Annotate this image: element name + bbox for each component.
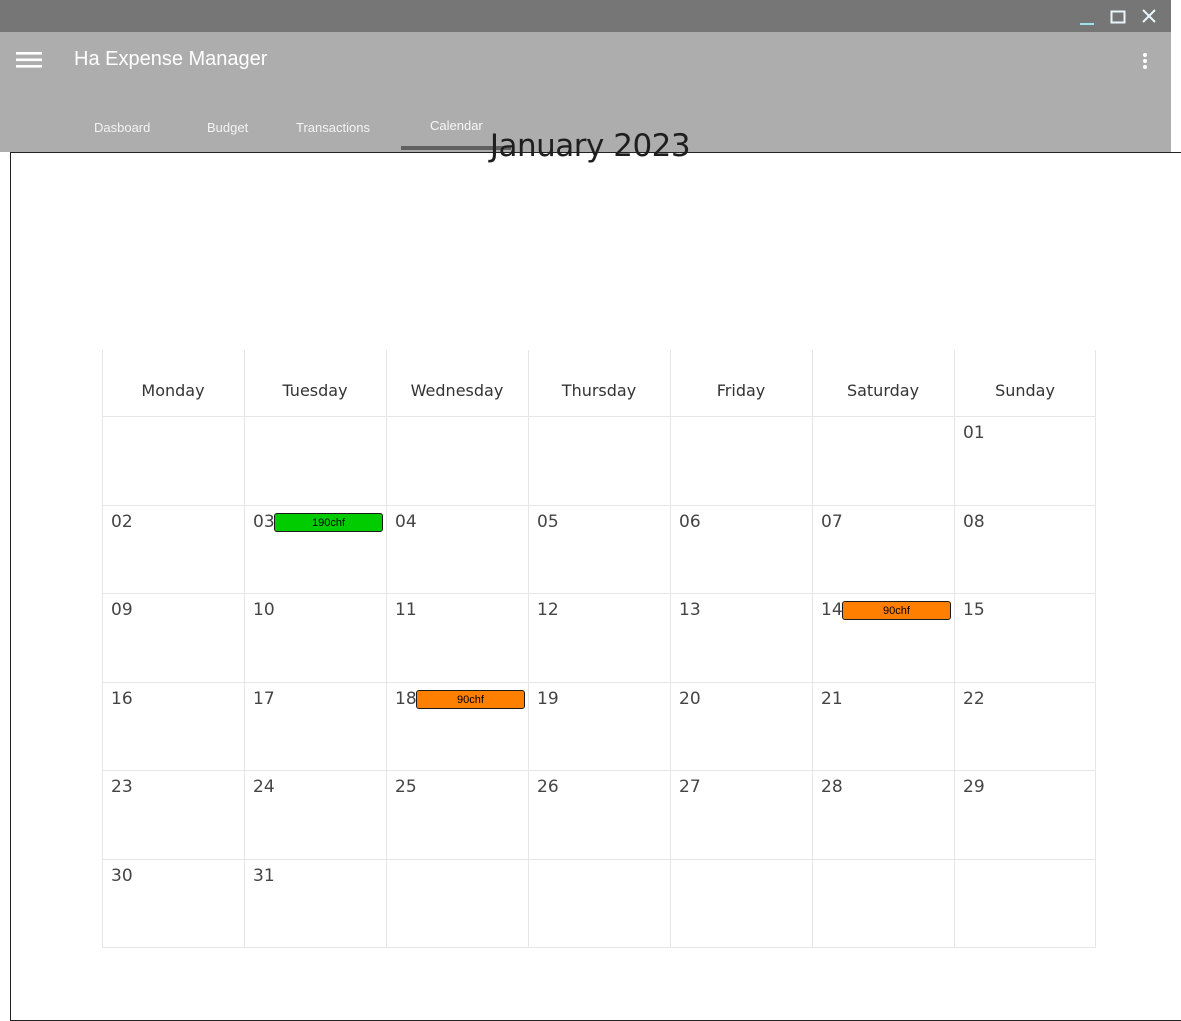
weekday-header-tuesday: Tuesday [282, 381, 348, 400]
day-cell-24[interactable]: 24 [244, 770, 386, 858]
app-window: Ha Expense Manager Dasboard Budget Trans… [0, 0, 1181, 1021]
day-number: 05 [537, 511, 559, 532]
day-number: 18 [395, 688, 417, 709]
more-vert-icon[interactable] [1136, 50, 1154, 72]
day-number: 03 [253, 511, 275, 532]
expense-event[interactable]: 90chf [842, 601, 951, 621]
day-cell-28[interactable]: 28 [812, 770, 954, 858]
calendar-grid: Monday Tuesday Wednesday Thursday Friday Satu… [102, 350, 1096, 948]
day-cell-09[interactable]: 09 [102, 593, 244, 681]
day-cell-19[interactable]: 19 [528, 682, 670, 770]
day-cell-25[interactable]: 25 [386, 770, 528, 858]
day-cell-02[interactable]: 02 [102, 505, 244, 593]
day-cell-08[interactable]: 08 [954, 505, 1096, 593]
day-cell-15[interactable]: 15 [954, 593, 1096, 681]
day-number: 10 [253, 600, 275, 621]
empty-day-cell [812, 416, 954, 504]
empty-day-cell [244, 416, 386, 504]
day-number: 11 [395, 600, 417, 621]
day-number: 28 [821, 777, 843, 798]
day-number: 02 [111, 511, 133, 532]
weekday-header-wednesday: Wednesday [410, 381, 504, 400]
empty-day-cell [386, 859, 528, 947]
day-cell-10[interactable]: 10 [244, 593, 386, 681]
day-number: 19 [537, 688, 559, 709]
day-number: 08 [963, 511, 985, 532]
day-cell-05[interactable]: 05 [528, 505, 670, 593]
weekday-header-row: Monday Tuesday Wednesday Thursday Friday Satu… [102, 350, 1096, 417]
day-cell-03[interactable]: 03 190chf [244, 505, 386, 593]
day-cell-14[interactable]: 14 90chf [812, 593, 954, 681]
day-cell-21[interactable]: 21 [812, 682, 954, 770]
day-number: 29 [963, 777, 985, 798]
expense-event[interactable]: 190chf [274, 512, 383, 532]
day-cell-23[interactable]: 23 [102, 770, 244, 858]
day-cell-01[interactable]: 01 [954, 416, 1096, 504]
day-number: 22 [963, 688, 985, 709]
day-number: 14 [821, 600, 843, 621]
day-cell-29[interactable]: 29 [954, 770, 1096, 858]
close-icon[interactable] [1138, 6, 1160, 28]
empty-day-cell [670, 859, 812, 947]
day-cell-17[interactable]: 17 [244, 682, 386, 770]
calendar-month-title: January 2023 [489, 128, 691, 164]
day-number: 04 [395, 511, 417, 532]
day-number: 06 [679, 511, 701, 532]
day-cell-06[interactable]: 06 [670, 505, 812, 593]
day-number: 15 [963, 600, 985, 621]
day-number: 07 [821, 511, 843, 532]
window-titlebar [0, 0, 1171, 32]
day-cell-27[interactable]: 27 [670, 770, 812, 858]
empty-day-cell [670, 416, 812, 504]
day-cell-13[interactable]: 13 [670, 593, 812, 681]
weekday-header-monday: Monday [141, 381, 205, 400]
day-number: 01 [963, 423, 985, 443]
day-number: 21 [821, 688, 843, 709]
empty-day-cell [528, 859, 670, 947]
day-number: 26 [537, 777, 559, 798]
day-cell-26[interactable]: 26 [528, 770, 670, 858]
day-number: 12 [537, 600, 559, 621]
day-cell-04[interactable]: 04 [386, 505, 528, 593]
hamburger-menu-icon[interactable] [16, 50, 42, 70]
day-cell-07[interactable]: 07 [812, 505, 954, 593]
empty-day-cell [102, 416, 244, 504]
empty-day-cell [386, 416, 528, 504]
weekday-header-thursday: Thursday [561, 381, 637, 400]
day-number: 30 [111, 866, 133, 886]
day-number: 09 [111, 600, 133, 621]
maximize-icon[interactable] [1107, 6, 1129, 28]
empty-day-cell [954, 859, 1096, 947]
weekday-header-saturday: Saturday [846, 381, 920, 400]
day-number: 25 [395, 777, 417, 798]
day-cell-30[interactable]: 30 [102, 859, 244, 947]
day-cell-16[interactable]: 16 [102, 682, 244, 770]
day-cell-20[interactable]: 20 [670, 682, 812, 770]
day-number: 24 [253, 777, 275, 798]
day-number: 27 [679, 777, 701, 798]
day-cell-22[interactable]: 22 [954, 682, 1096, 770]
day-cell-11[interactable]: 11 [386, 593, 528, 681]
weekday-header-friday: Friday [716, 381, 766, 400]
day-cell-18[interactable]: 18 90chf [386, 682, 528, 770]
day-number: 23 [111, 777, 133, 798]
day-cell-31[interactable]: 31 [244, 859, 386, 947]
empty-day-cell [812, 859, 954, 947]
expense-event[interactable]: 90chf [416, 689, 525, 709]
grid-divider [102, 947, 1096, 948]
day-number: 20 [679, 688, 701, 709]
empty-day-cell [528, 416, 670, 504]
day-number: 16 [111, 688, 133, 709]
day-number: 31 [253, 866, 275, 886]
day-cell-12[interactable]: 12 [528, 593, 670, 681]
day-number: 17 [253, 688, 275, 709]
weekday-header-sunday: Sunday [995, 381, 1055, 400]
day-number: 13 [679, 600, 701, 621]
app-title: Ha Expense Manager [74, 48, 268, 70]
minimize-icon[interactable] [1076, 6, 1098, 28]
